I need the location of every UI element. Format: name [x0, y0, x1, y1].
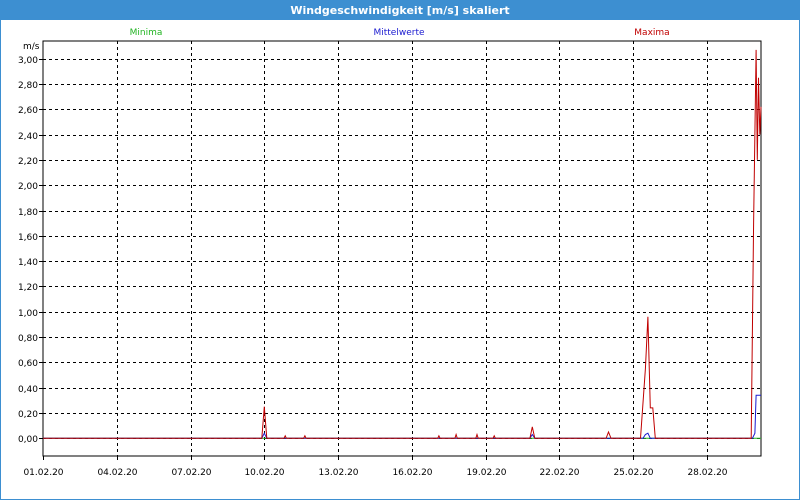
x-tick-label: 25.02.20: [613, 468, 653, 478]
y-tick-label: 2,60: [18, 106, 38, 116]
x-tick-label: 22.02.20: [539, 468, 579, 478]
y-tick-label: 2,40: [18, 132, 38, 142]
y-tick-label: 2,00: [18, 182, 38, 192]
y-tick-label: 2,80: [18, 81, 38, 91]
plot-area: [42, 40, 762, 457]
x-tick-label: 19.02.20: [466, 468, 506, 478]
window-title: Windgeschwindigkeit [m/s] skaliert: [1, 1, 799, 20]
y-tick-label: 1,80: [18, 208, 38, 218]
y-tick-label: 3,00: [18, 56, 38, 66]
x-tick-label: 01.02.20: [23, 468, 63, 478]
legend-entry-mittelwerte: Mittelwerte: [373, 28, 424, 38]
x-tick-label: 10.02.20: [244, 468, 284, 478]
y-tick-label: 0,60: [18, 359, 38, 369]
y-tick-label: 0,00: [18, 435, 38, 445]
x-tick-label: 28.02.20: [687, 468, 727, 478]
x-tick-label: 13.02.20: [318, 468, 358, 478]
wind-speed-chart: 0,00 0,20 0,40 0,60 0,80 1,00 1,20 1,40 1,60 1,80…: [18, 28, 762, 478]
y-tick-label: 1,60: [18, 233, 38, 243]
x-tick-label: 04.02.20: [97, 468, 137, 478]
legend-entry-minima: Minima: [130, 28, 163, 38]
x-tick-label: 07.02.20: [171, 468, 211, 478]
y-tick-label: 1,20: [18, 283, 38, 293]
y-tick-label: 0,80: [18, 334, 38, 344]
y-tick-label: 0,40: [18, 385, 38, 395]
x-tick-label: 16.02.20: [392, 468, 432, 478]
chart-window: Windgeschwindigkeit [m/s] skaliert 0,00 0…: [0, 0, 800, 500]
y-axis-unit-label: m/s: [23, 42, 40, 52]
y-tick-label: 2,20: [18, 157, 38, 167]
y-tick-label: 1,00: [18, 309, 38, 319]
y-tick-label: 1,40: [18, 258, 38, 268]
y-tick-label: 0,20: [18, 410, 38, 420]
legend-entry-maxima: Maxima: [634, 28, 669, 38]
